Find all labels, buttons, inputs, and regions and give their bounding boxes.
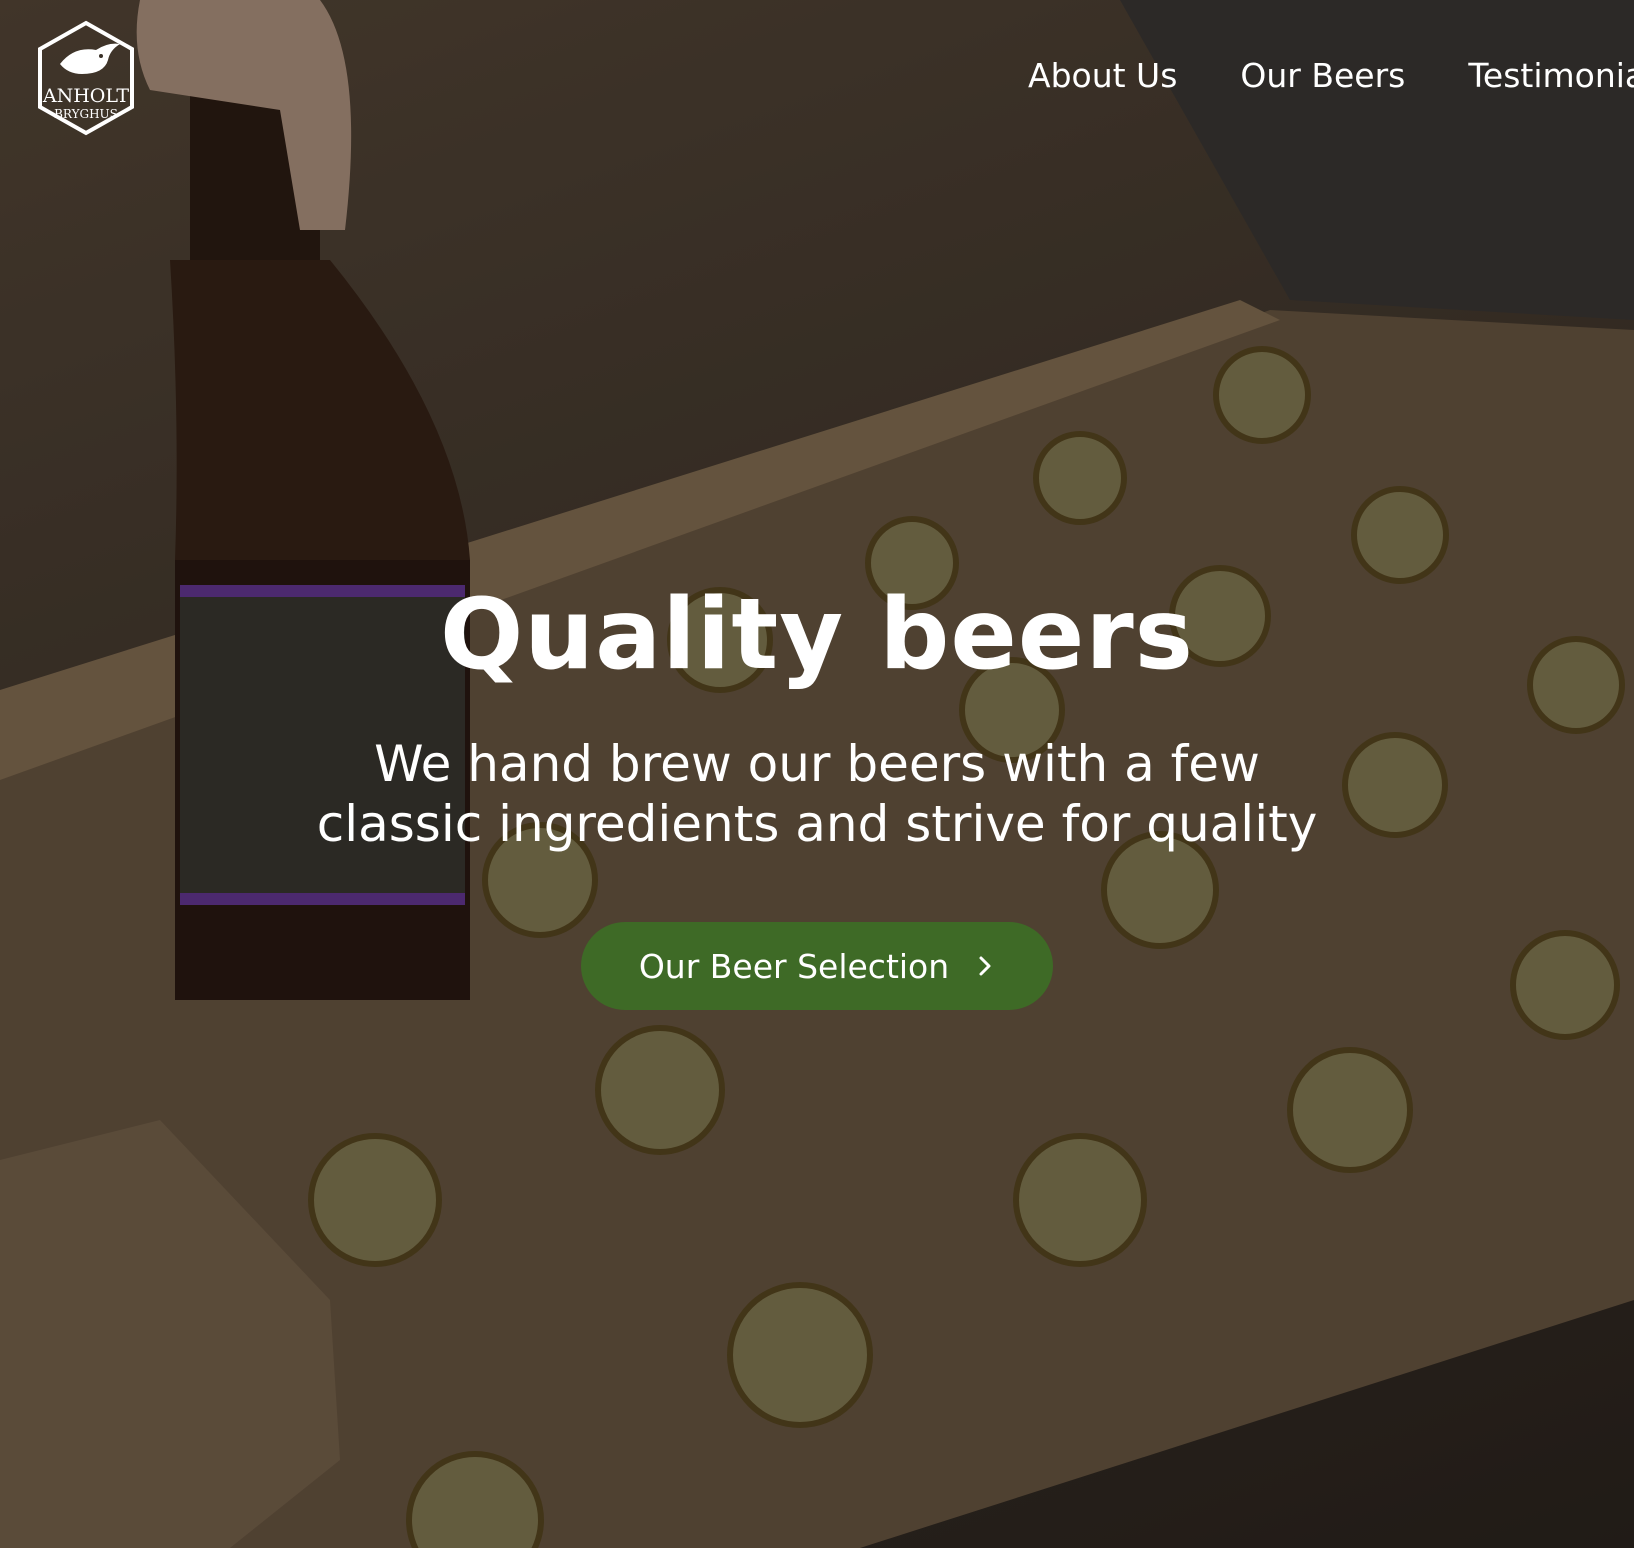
- hero-section: ANHOLT BRYGHUS About Us Our Beers Testim…: [0, 0, 1634, 1548]
- hero-subtext: We hand brew our beers with a few classi…: [316, 735, 1318, 853]
- beer-selection-button[interactable]: Our Beer Selection: [581, 922, 1053, 1010]
- hero-content: Quality beers We hand brew our beers wit…: [0, 580, 1634, 1010]
- nav-link-testimonials[interactable]: Testimonia: [1468, 56, 1634, 96]
- hero-headline: Quality beers: [440, 578, 1194, 692]
- logo-text-line2: BRYGHUS: [54, 107, 118, 121]
- beer-selection-button-label: Our Beer Selection: [638, 946, 950, 986]
- logo-text-line1: ANHOLT: [42, 85, 130, 107]
- main-navigation: About Us Our Beers Testimonia: [1028, 56, 1634, 96]
- nav-link-about-us[interactable]: About Us: [1028, 56, 1177, 96]
- hexagon-logo-icon: ANHOLT BRYGHUS: [38, 20, 134, 136]
- chevron-right-icon: [979, 956, 991, 976]
- brand-logo[interactable]: ANHOLT BRYGHUS: [34, 20, 138, 136]
- nav-link-our-beers[interactable]: Our Beers: [1240, 56, 1405, 96]
